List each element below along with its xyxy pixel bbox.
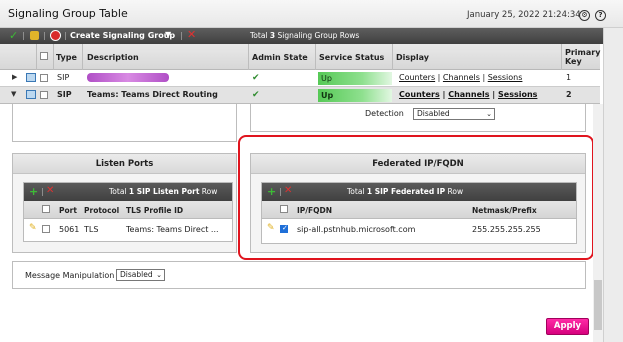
column-header-display: Display [396, 53, 429, 62]
channels-link[interactable]: Channels [443, 73, 480, 82]
table-row[interactable]: ▼ SIP Teams: Teams Direct Routing ✔ Up C… [0, 87, 600, 104]
add-icon[interactable]: ✓ [9, 29, 18, 42]
column-divider [82, 44, 83, 70]
service-status-badge: Up [318, 89, 392, 102]
column-header-port: Port [59, 206, 77, 215]
outer-scrollbar[interactable] [603, 28, 623, 342]
settings-section [12, 104, 237, 142]
column-header-tls-profile: TLS Profile ID [126, 206, 184, 215]
add-icon[interactable]: + [29, 185, 38, 198]
total-rows-label: Total 1 SIP Listen Port Row [109, 187, 218, 196]
counters-link[interactable]: Counters [399, 73, 435, 82]
table-header: Type Description Admin State Service Sta… [0, 44, 600, 70]
sessions-link[interactable]: Sessions [498, 90, 537, 99]
column-header-admin-state: Admin State [252, 53, 308, 62]
protocol-value: TLS [84, 225, 99, 234]
delete-icon[interactable]: ✕ [187, 28, 196, 41]
table-row[interactable]: ▶ SIP ✔ Up Counters | Channels | Session… [0, 70, 600, 87]
row-checkbox[interactable] [40, 91, 48, 99]
column-divider [53, 44, 54, 70]
admin-state-enabled-icon: ✔ [252, 73, 260, 83]
column-divider [315, 44, 316, 70]
column-header-primary-key: Primary Key [565, 48, 601, 66]
disable-icon[interactable] [50, 30, 61, 41]
select-all-checkbox[interactable] [42, 205, 50, 213]
delete-icon[interactable]: ✕ [46, 185, 54, 196]
row-description: Teams: Teams Direct Routing [87, 90, 218, 99]
message-manipulation-section: Message Manipulation Disabled ⌄ [12, 261, 586, 289]
service-status-badge: Up [318, 72, 392, 85]
listen-ports-table: + | ✕ Total 1 SIP Listen Port Row Port P… [23, 182, 233, 242]
row-checkbox[interactable] [42, 225, 50, 233]
column-header-protocol: Protocol [84, 206, 120, 215]
channels-link[interactable]: Channels [448, 90, 489, 99]
toolbar-separator: | [64, 31, 67, 40]
listen-ports-toolbar: + | ✕ Total 1 SIP Listen Port Row [24, 183, 232, 201]
column-divider [392, 44, 393, 70]
message-manipulation-select[interactable]: Disabled ⌄ [116, 269, 165, 281]
listen-ports-title: Listen Ports [13, 154, 236, 174]
toolbar-separator: | [22, 31, 25, 40]
detection-label: Detection [365, 109, 404, 118]
row-type: SIP [57, 90, 72, 99]
key-icon: ✎ [29, 223, 37, 233]
column-divider [36, 44, 37, 70]
total-rows-label: Total 3 Signaling Group Rows [250, 31, 360, 40]
sessions-link[interactable]: Sessions [488, 73, 523, 82]
display-links: Counters | Channels | Sessions [399, 90, 538, 99]
table-row[interactable]: ✎ 5061 TLS Teams: Teams Direct ... [24, 220, 232, 238]
column-divider [248, 44, 249, 70]
page-title: Signaling Group Table [8, 7, 128, 20]
redacted-description [87, 73, 169, 82]
signaling-group-icon [26, 90, 36, 99]
settings-icon[interactable]: ⚙ [579, 10, 590, 21]
row-type: SIP [57, 73, 70, 82]
port-value: 5061 [59, 225, 80, 234]
row-checkbox[interactable] [40, 74, 48, 82]
inner-scrollbar[interactable] [593, 104, 603, 342]
row-primary-key: 2 [566, 90, 572, 99]
display-links: Counters | Channels | Sessions [399, 73, 523, 82]
apply-button[interactable]: Apply [546, 318, 589, 335]
detection-select[interactable]: Disabled ⌄ [413, 108, 495, 120]
tls-profile-value: Teams: Teams Direct ... [126, 225, 219, 234]
message-manipulation-label: Message Manipulation [25, 271, 115, 280]
create-signaling-group-button[interactable]: Create Signaling Group [70, 31, 175, 40]
window-header: Signaling Group Table January 25, 2022 2… [0, 0, 623, 28]
scrollbar-thumb[interactable] [594, 280, 602, 330]
expand-icon[interactable]: ▶ [12, 73, 17, 81]
toolbar: ✓ | | | Create Signaling Group ▼ | ✕ Tot… [0, 28, 623, 44]
row-primary-key: 1 [566, 73, 572, 82]
edit-icon[interactable] [30, 31, 39, 40]
column-header-description: Description [87, 53, 139, 62]
chevron-down-icon[interactable]: ▼ [165, 30, 171, 39]
column-header-service-status: Service Status [319, 53, 385, 62]
highlight-annotation [238, 135, 594, 260]
listen-ports-header: Port Protocol TLS Profile ID [24, 201, 232, 219]
toolbar-separator: | [180, 31, 183, 40]
column-header-type: Type [56, 53, 77, 62]
collapse-icon[interactable]: ▼ [11, 90, 16, 98]
listen-ports-section: Listen Ports + | ✕ Total 1 SIP Listen Po… [12, 153, 237, 253]
chevron-down-icon: ⌄ [156, 271, 162, 279]
counters-link[interactable]: Counters [399, 90, 440, 99]
select-all-checkbox[interactable] [40, 52, 48, 60]
column-divider [561, 44, 562, 70]
signaling-group-icon [26, 73, 36, 82]
toolbar-separator: | [41, 187, 44, 196]
admin-state-enabled-icon: ✔ [252, 90, 260, 100]
toolbar-separator: | [43, 31, 46, 40]
chevron-down-icon: ⌄ [486, 110, 492, 118]
help-icon[interactable]: ? [595, 10, 606, 21]
timestamp: January 25, 2022 21:24:34 [467, 10, 581, 20]
